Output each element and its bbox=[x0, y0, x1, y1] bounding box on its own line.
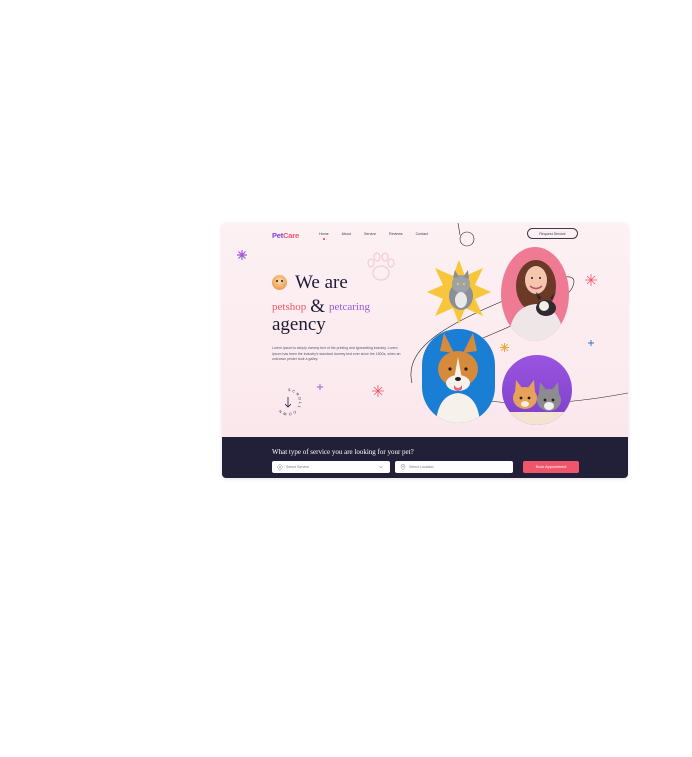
sparkle-icon bbox=[237, 250, 247, 260]
scroll-arrow-icon bbox=[284, 397, 292, 408]
main-nav: Home About Service Reviews Contact bbox=[319, 232, 441, 240]
service-select-placeholder: Select Service bbox=[286, 465, 309, 469]
scroll-down-button[interactable]: SCROLL DOWN bbox=[274, 388, 302, 416]
sparkle-icon bbox=[585, 274, 597, 286]
hero-heading-line1: We are bbox=[295, 272, 348, 293]
plus-icon bbox=[588, 340, 594, 346]
website-hero-mockup: PetCare Home About Service Reviews Conta… bbox=[222, 223, 628, 478]
service-search-bar: What type of service you are looking for… bbox=[222, 437, 628, 478]
sparkle-icon bbox=[372, 385, 384, 397]
hero-heading-line3: agency bbox=[272, 314, 326, 335]
woman-with-dog-image bbox=[501, 247, 569, 341]
book-appointment-button[interactable]: Book Appointment bbox=[523, 461, 579, 473]
scroll-ring-text: SCROLL DOWN bbox=[277, 388, 301, 416]
hero-petshop-word: petshop bbox=[272, 301, 307, 313]
nav-home[interactable]: Home bbox=[319, 232, 329, 240]
hero-petcaring-word: petcaring bbox=[329, 301, 370, 313]
location-select-placeholder: Select Location bbox=[409, 465, 434, 469]
corgi-image bbox=[422, 329, 495, 423]
nav-about[interactable]: About bbox=[342, 232, 351, 236]
service-select[interactable]: Select Service bbox=[272, 461, 390, 473]
location-pin-icon bbox=[400, 464, 406, 470]
brand-logo[interactable]: PetCare bbox=[272, 231, 299, 240]
pet-face-emoji-icon bbox=[272, 275, 287, 290]
paw-icon bbox=[367, 252, 395, 281]
service-question: What type of service you are looking for… bbox=[272, 448, 414, 456]
logo-care-text: Care bbox=[283, 231, 299, 240]
svg-text:SCROLL DOWN: SCROLL DOWN bbox=[277, 388, 302, 416]
nav-contact[interactable]: Contact bbox=[416, 232, 428, 236]
sparkle-icon bbox=[500, 343, 509, 352]
nav-service[interactable]: Service bbox=[364, 232, 376, 236]
service-icon bbox=[277, 464, 283, 470]
cat-star-image bbox=[427, 260, 491, 324]
chevron-down-icon bbox=[379, 466, 383, 469]
logo-pet-text: Pet bbox=[272, 231, 284, 240]
request-service-button[interactable]: Request Service bbox=[527, 228, 578, 239]
hero-description: Lorem Ipsum is simply dummy text of the … bbox=[272, 346, 401, 362]
plus-icon bbox=[317, 384, 323, 390]
location-select[interactable]: Select Location bbox=[395, 461, 513, 473]
kittens-image bbox=[502, 355, 572, 425]
nav-reviews[interactable]: Reviews bbox=[389, 232, 403, 236]
